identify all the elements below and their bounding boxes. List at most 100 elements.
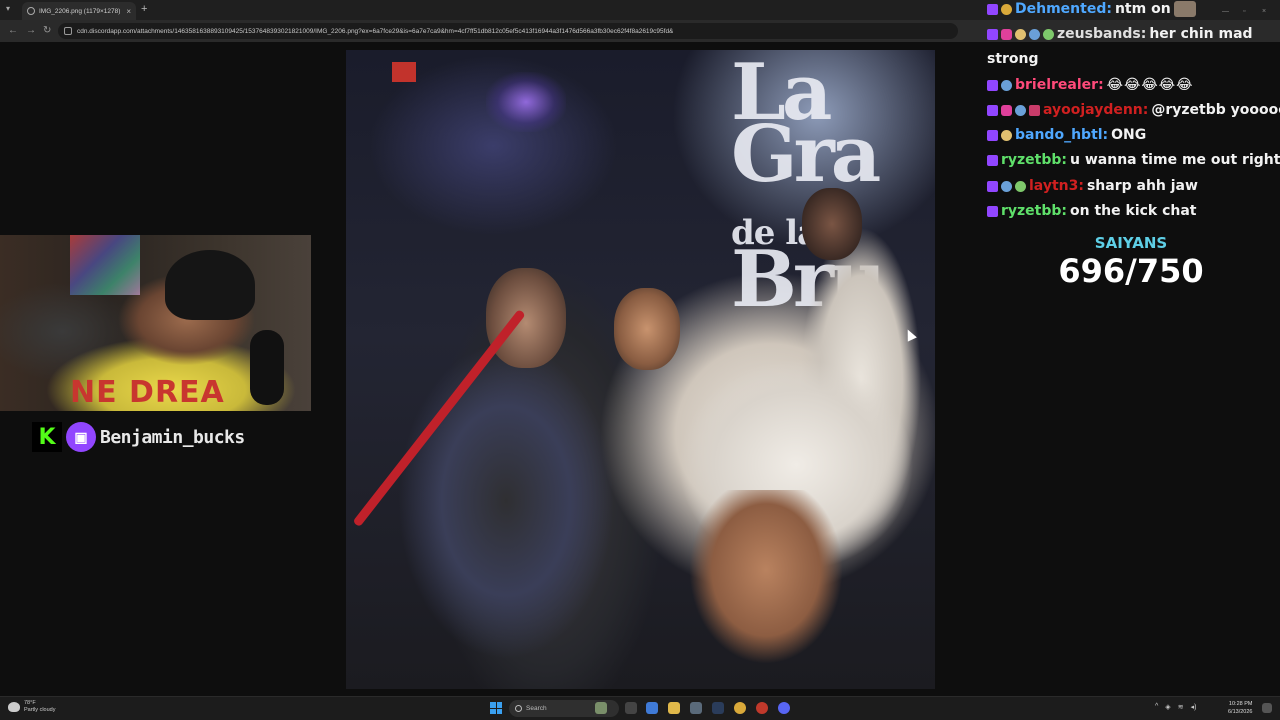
chat-text: ntm on: [1114, 1, 1171, 17]
close-tab-icon[interactable]: ×: [126, 7, 131, 16]
cloud-icon: [8, 702, 20, 712]
webcam-overlay: NE DREA: [0, 235, 311, 411]
weather-desc: Partly cloudy: [24, 707, 56, 713]
url-input[interactable]: cdn.discordapp.com/attachments/146358163…: [58, 23, 958, 39]
url-text: cdn.discordapp.com/attachments/146358163…: [77, 27, 674, 35]
heart-badge-icon: [1001, 104, 1012, 116]
chat-username: ryzetbb:: [1001, 152, 1068, 168]
site-info-icon[interactable]: [64, 27, 72, 35]
chevron-up-icon[interactable]: ^: [1155, 703, 1158, 711]
twitch-logo-icon: ▣: [66, 422, 96, 452]
twitch-badge-icon: [987, 180, 998, 192]
network-icon[interactable]: ◈: [1165, 703, 1170, 711]
displayed-image: La Grade la Bru: [346, 50, 935, 689]
chat-text: her chin mad: [1149, 26, 1253, 42]
chat-message: bando_hbtl: ONG: [987, 127, 1146, 143]
woman-head: [614, 288, 680, 370]
app-icon[interactable]: [756, 702, 768, 714]
chat-username: ayoojaydenn:: [1043, 102, 1149, 118]
globe-badge-icon: [1015, 180, 1026, 192]
shirt-print: NE DREA: [70, 375, 225, 410]
chat-text: u wanna time me out right: [1070, 152, 1280, 168]
minimize-button[interactable]: —: [1222, 8, 1229, 15]
chat-text: strong: [987, 51, 1039, 67]
chat-message: ayoojaydenn: @ryzetbb yoooooo: [987, 102, 1280, 118]
key-badge-icon: [1001, 129, 1012, 141]
glasses-badge-icon: [1001, 79, 1012, 91]
chat-text: 😂😂😂😂😂: [1106, 77, 1194, 93]
chat-username: Dehmented:: [1015, 1, 1112, 17]
streamer-name-badge: K ▣ Benjamin_bucks: [32, 422, 245, 452]
glasses-badge-icon: [1001, 180, 1012, 192]
search-highlight-icon[interactable]: [595, 702, 607, 714]
search-placeholder: Search: [526, 705, 547, 712]
twitch-badge-icon: [987, 3, 998, 15]
background-person-head: [802, 188, 862, 260]
sub-badge-icon: [1043, 28, 1054, 40]
clock-time: 10:28 PM: [1228, 701, 1253, 707]
chat-overlay: Dehmented: ntm on zeusbands: her chin ma…: [987, 0, 1280, 230]
discord-icon[interactable]: [778, 702, 790, 714]
sword-badge-icon: [1015, 28, 1026, 40]
clock-date: 6/13/2026: [1228, 709, 1253, 715]
heart-badge-icon: [1001, 28, 1012, 40]
maximize-button[interactable]: ▫: [1243, 8, 1245, 15]
verified-badge-icon: [1029, 28, 1040, 40]
new-tab-button[interactable]: +: [141, 3, 147, 15]
chat-username: ryzetbb:: [1001, 203, 1068, 219]
forward-icon[interactable]: →: [26, 25, 36, 36]
emote-badge-icon: [1001, 3, 1012, 15]
taskbar-clock[interactable]: 10:28 PM 6/13/2026: [1228, 700, 1252, 716]
globe-icon: [27, 7, 35, 15]
tab-title: IMG_2206.png (1179×1278): [39, 7, 121, 15]
chat-text: @ryzetbb yoooooo: [1151, 102, 1280, 118]
seated-man-head: [486, 268, 566, 368]
chat-username: zeusbands:: [1057, 26, 1147, 42]
reload-icon[interactable]: ↻: [43, 25, 51, 36]
chat-text: on the kick chat: [1070, 203, 1197, 219]
steam-icon[interactable]: [712, 702, 724, 714]
goal-value: 696/750: [1058, 252, 1204, 290]
microphone: [250, 330, 284, 405]
chat-message: zeusbands: her chin mad: [987, 26, 1253, 42]
browser-tab[interactable]: IMG_2206.png (1179×1278) ×: [22, 2, 136, 20]
chat-message-continuation: strong: [987, 51, 1039, 67]
neon-light: [486, 72, 566, 132]
settings-icon[interactable]: [690, 702, 702, 714]
goal-label: SAIYANS: [1094, 234, 1168, 252]
copilot-icon[interactable]: [646, 702, 658, 714]
back-icon[interactable]: ←: [8, 25, 18, 36]
chat-message: ryzetbb: on the kick chat: [987, 203, 1197, 219]
twitch-badge-icon: [987, 79, 998, 91]
taskbar: 78°F Partly cloudy Search ^ ◈ ≋ ◂) 10:28…: [0, 696, 1280, 720]
chat-message: laytn3: sharp ahh jaw: [987, 178, 1198, 194]
exit-sign: [392, 62, 416, 82]
twitch-badge-icon: [987, 129, 998, 141]
weather-widget[interactable]: 78°F Partly cloudy: [8, 700, 56, 714]
gift-badge-icon: [1029, 104, 1040, 116]
chrome-icon[interactable]: [734, 702, 746, 714]
wifi-icon[interactable]: ≋: [1178, 703, 1184, 711]
chat-message: Dehmented: ntm on: [987, 1, 1196, 17]
tab-list-icon[interactable]: ▾: [6, 4, 10, 13]
woman-legs: [676, 490, 856, 689]
twitch-badge-icon: [987, 154, 998, 166]
twitch-badge-icon: [987, 28, 998, 40]
twitch-badge-icon: [987, 205, 998, 217]
volume-icon[interactable]: ◂): [1191, 703, 1197, 711]
file-explorer-icon[interactable]: [668, 702, 680, 714]
system-tray: ^ ◈ ≋ ◂): [1155, 703, 1196, 711]
twitch-badge-icon: [987, 104, 998, 116]
kick-logo-icon: K: [32, 422, 62, 452]
notification-icon[interactable]: [1262, 703, 1272, 713]
chat-username: laytn3:: [1029, 178, 1084, 194]
chat-message: ryzetbb: u wanna time me out right: [987, 152, 1280, 168]
search-icon: [515, 705, 522, 712]
chat-text: ONG: [1111, 127, 1147, 143]
chat-message: brielrealer: 😂😂😂😂😂: [987, 77, 1193, 93]
windows-start-icon[interactable]: [490, 702, 502, 714]
close-window-button[interactable]: ×: [1262, 8, 1266, 15]
chat-username: bando_hbtl:: [1015, 127, 1109, 143]
chat-username: brielrealer:: [1015, 77, 1104, 93]
task-view-icon[interactable]: [625, 702, 637, 714]
